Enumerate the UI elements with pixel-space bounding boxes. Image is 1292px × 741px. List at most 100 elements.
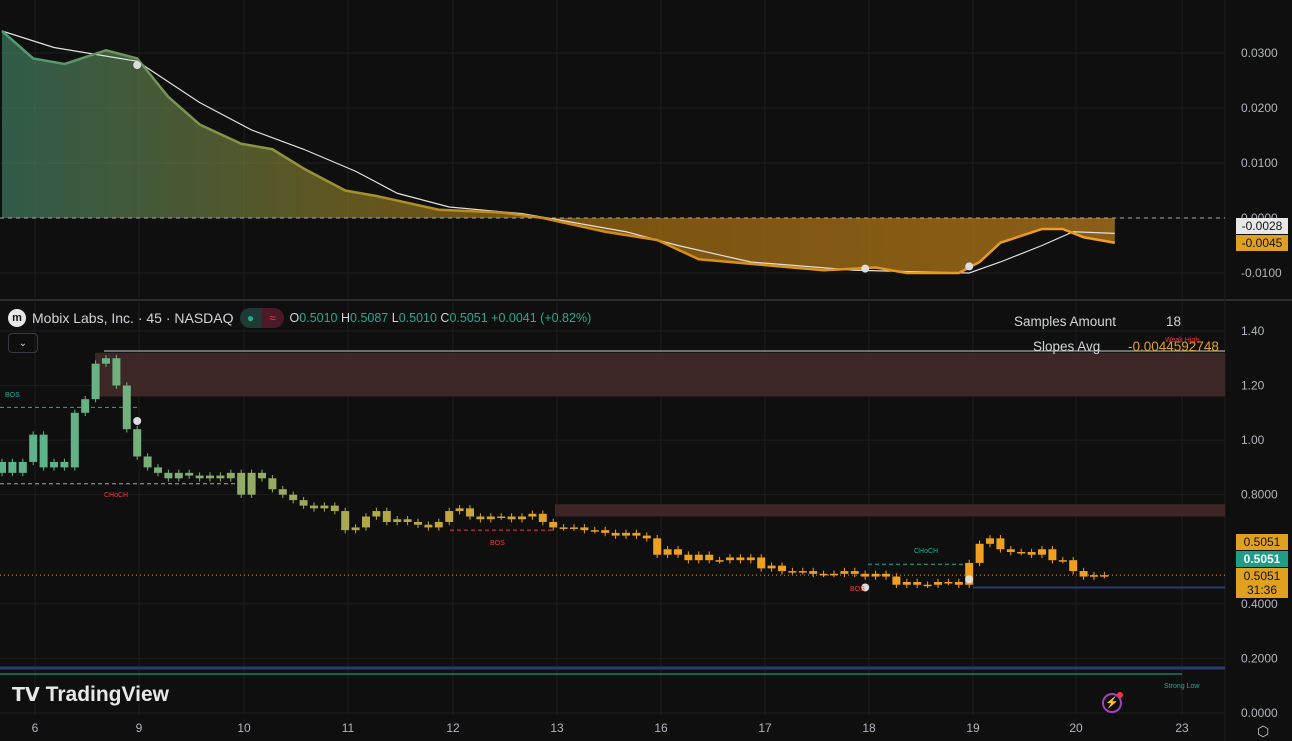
candle [81,399,90,413]
x-axis-label: 9 [135,721,143,735]
y-axis-label: 1.40 [1241,324,1265,338]
candle [320,505,329,509]
y-axis-label: 0.0200 [1241,101,1278,115]
candle [174,472,183,479]
candle [154,467,162,473]
candle [247,472,256,495]
x-axis-label: 17 [758,721,772,735]
y-axis-label: 0.4000 [1241,597,1278,611]
candle [29,434,38,462]
candle [50,461,58,468]
samples-label: Samples Amount [1014,314,1117,329]
symbol-logo: m [8,309,26,327]
y-axis-label: 0.0000 [1241,706,1278,720]
candle [226,472,235,479]
tradingview-logo[interactable]: 𝗧𝗩 TradingView [12,683,169,707]
candle [1038,549,1046,555]
candle [788,571,797,573]
candle [559,527,568,529]
choch-label: CHoCH [914,548,939,555]
candle [102,358,110,364]
candle [1079,571,1088,577]
candle [476,516,485,520]
candle [403,519,412,522]
delayed-icon: ≈ [261,308,284,328]
countdown-tag: 0.5051 31:36 [1236,568,1288,598]
candle [351,527,360,531]
candle [216,475,225,479]
candle [362,516,370,528]
supply-zone [95,352,1225,397]
candle [372,511,381,517]
candle [70,412,79,468]
collapse-legend-button[interactable]: ⌄ [8,333,38,353]
osc-marker [133,61,142,70]
candle [1100,575,1109,577]
candle [632,532,641,536]
candle [393,519,402,522]
candle [975,543,984,563]
candle [809,571,818,574]
candle [694,554,703,561]
candle [1090,575,1098,577]
market-status-pill[interactable]: ● ≈ [239,308,284,328]
candle [1027,551,1036,555]
candle [268,478,277,490]
candle [91,363,100,400]
x-axis-label: 18 [862,721,876,735]
price-marker [133,416,142,425]
chart-canvas[interactable]: 0.0300 0.0200 0.0100 0.0000 -0.0100 1.40 1.20 1… [0,0,1292,741]
candle [310,505,318,509]
candle [767,565,776,569]
candle [996,538,1005,550]
candle [445,511,454,522]
symbol-title[interactable]: Mobix Labs, Inc. · 45 · NASDAQ [32,310,234,326]
candle [143,456,152,468]
tv-logo-icon: 𝗧𝗩 [12,684,40,706]
candle [538,513,547,522]
bos-label: BOS [490,540,505,547]
x-axis-label: 10 [237,721,251,735]
market-open-icon: ● [239,308,262,328]
candle [1048,549,1057,561]
candle [434,521,443,528]
candle [902,582,911,585]
candle [278,489,287,495]
candle [507,516,516,520]
candle [341,511,350,531]
candle [684,554,693,561]
candle [674,549,682,555]
candle [528,513,537,517]
candle [923,584,932,587]
candle [39,434,48,468]
candle [112,358,121,386]
y-axis-label: 0.2000 [1241,651,1278,665]
candle [882,573,890,577]
osc-orange-tag: -0.0045 [1236,235,1288,251]
y-axis-label: 1.00 [1241,433,1265,447]
candle [414,521,422,525]
samples-value: 18 [1166,314,1182,329]
candle [164,472,173,479]
lightning-alert-icon[interactable]: ⚡ [1102,692,1123,713]
candle [601,530,610,533]
candle [913,582,922,585]
last-price-tag: 0.5051 [1236,551,1288,567]
supply-zone [555,504,1225,517]
candle [871,573,880,577]
candle [549,521,558,528]
candle [466,508,474,517]
x-axis-label: 20 [1069,721,1083,735]
candle [185,472,194,476]
ohlc-values: O0.5010 H0.5087 L0.5010 C0.5051 +0.0041 … [289,311,592,325]
y-axis-label: 0.8000 [1241,488,1278,502]
candle [330,505,339,512]
x-axis-label: 19 [966,721,980,735]
candle [382,511,391,522]
price-tag: 0.5051 [1236,534,1288,550]
weak-high-label: Weak High [1165,337,1200,344]
settings-icon[interactable]: ⬡ [1257,723,1269,740]
candle [736,557,745,561]
x-axis-label: 12 [446,721,460,735]
candle [455,508,464,512]
